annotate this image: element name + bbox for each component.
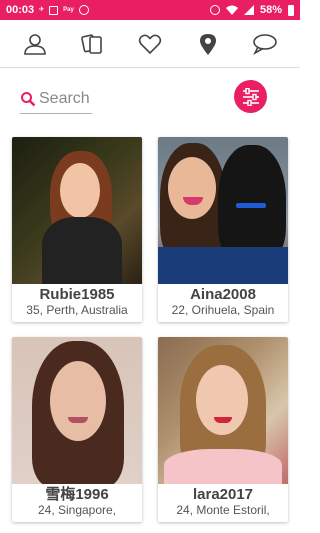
paypal-icon: Pay [63, 7, 74, 13]
battery-icon [288, 4, 294, 16]
profile-name: Aina2008 [190, 286, 256, 303]
profile-photo[interactable] [158, 137, 288, 284]
signal-icon [243, 5, 254, 15]
profile-details: 24, Singapore, [37, 503, 117, 517]
heart-icon [138, 34, 162, 54]
profile-details: 24, Monte Estoril, [176, 503, 270, 517]
filter-button[interactable] [234, 80, 267, 113]
search-input[interactable] [39, 89, 91, 108]
profile-photo[interactable] [158, 337, 288, 484]
nav-likes-button[interactable] [130, 24, 170, 64]
notification-icon: ✈ [39, 7, 45, 13]
nav-bar [0, 20, 300, 68]
profile-icon [23, 33, 46, 55]
wifi-icon [225, 5, 238, 15]
search-bar [20, 84, 92, 114]
profile-name: Rubie1985 [39, 286, 115, 303]
cards-icon [81, 33, 103, 54]
profile-card[interactable]: Aina2008 22, Orihuela, Spain [158, 137, 288, 322]
profile-name: lara2017 [192, 486, 254, 503]
status-bar: 00:03 ✈ Pay 58% [0, 0, 300, 20]
alarm-icon [209, 5, 220, 15]
nav-chat-button[interactable] [245, 24, 285, 64]
filter-sliders-icon [242, 87, 259, 106]
nav-cards-button[interactable] [72, 24, 112, 64]
location-pin-icon [199, 33, 216, 55]
profile-name: 雪梅1996 [45, 486, 109, 503]
profile-details: 22, Orihuela, Spain [171, 303, 275, 317]
profile-card[interactable]: Rubie1985 35, Perth, Australia [12, 137, 142, 322]
battery-percent: 58% [259, 4, 282, 16]
profile-photo[interactable] [12, 337, 142, 484]
profile-card[interactable]: 雪梅1996 24, Singapore, [12, 337, 142, 522]
whatsapp-icon [78, 5, 89, 15]
search-icon [21, 91, 36, 106]
image-notification-icon [49, 5, 59, 15]
chat-bubble-icon [253, 33, 277, 55]
profile-card[interactable]: lara2017 24, Monte Estoril, [158, 337, 288, 522]
nav-profile-button[interactable] [15, 24, 55, 64]
status-time: 00:03 [6, 4, 35, 16]
profile-photo[interactable] [12, 137, 142, 284]
profile-details: 35, Perth, Australia [26, 303, 128, 317]
nav-nearby-button[interactable] [188, 24, 228, 64]
